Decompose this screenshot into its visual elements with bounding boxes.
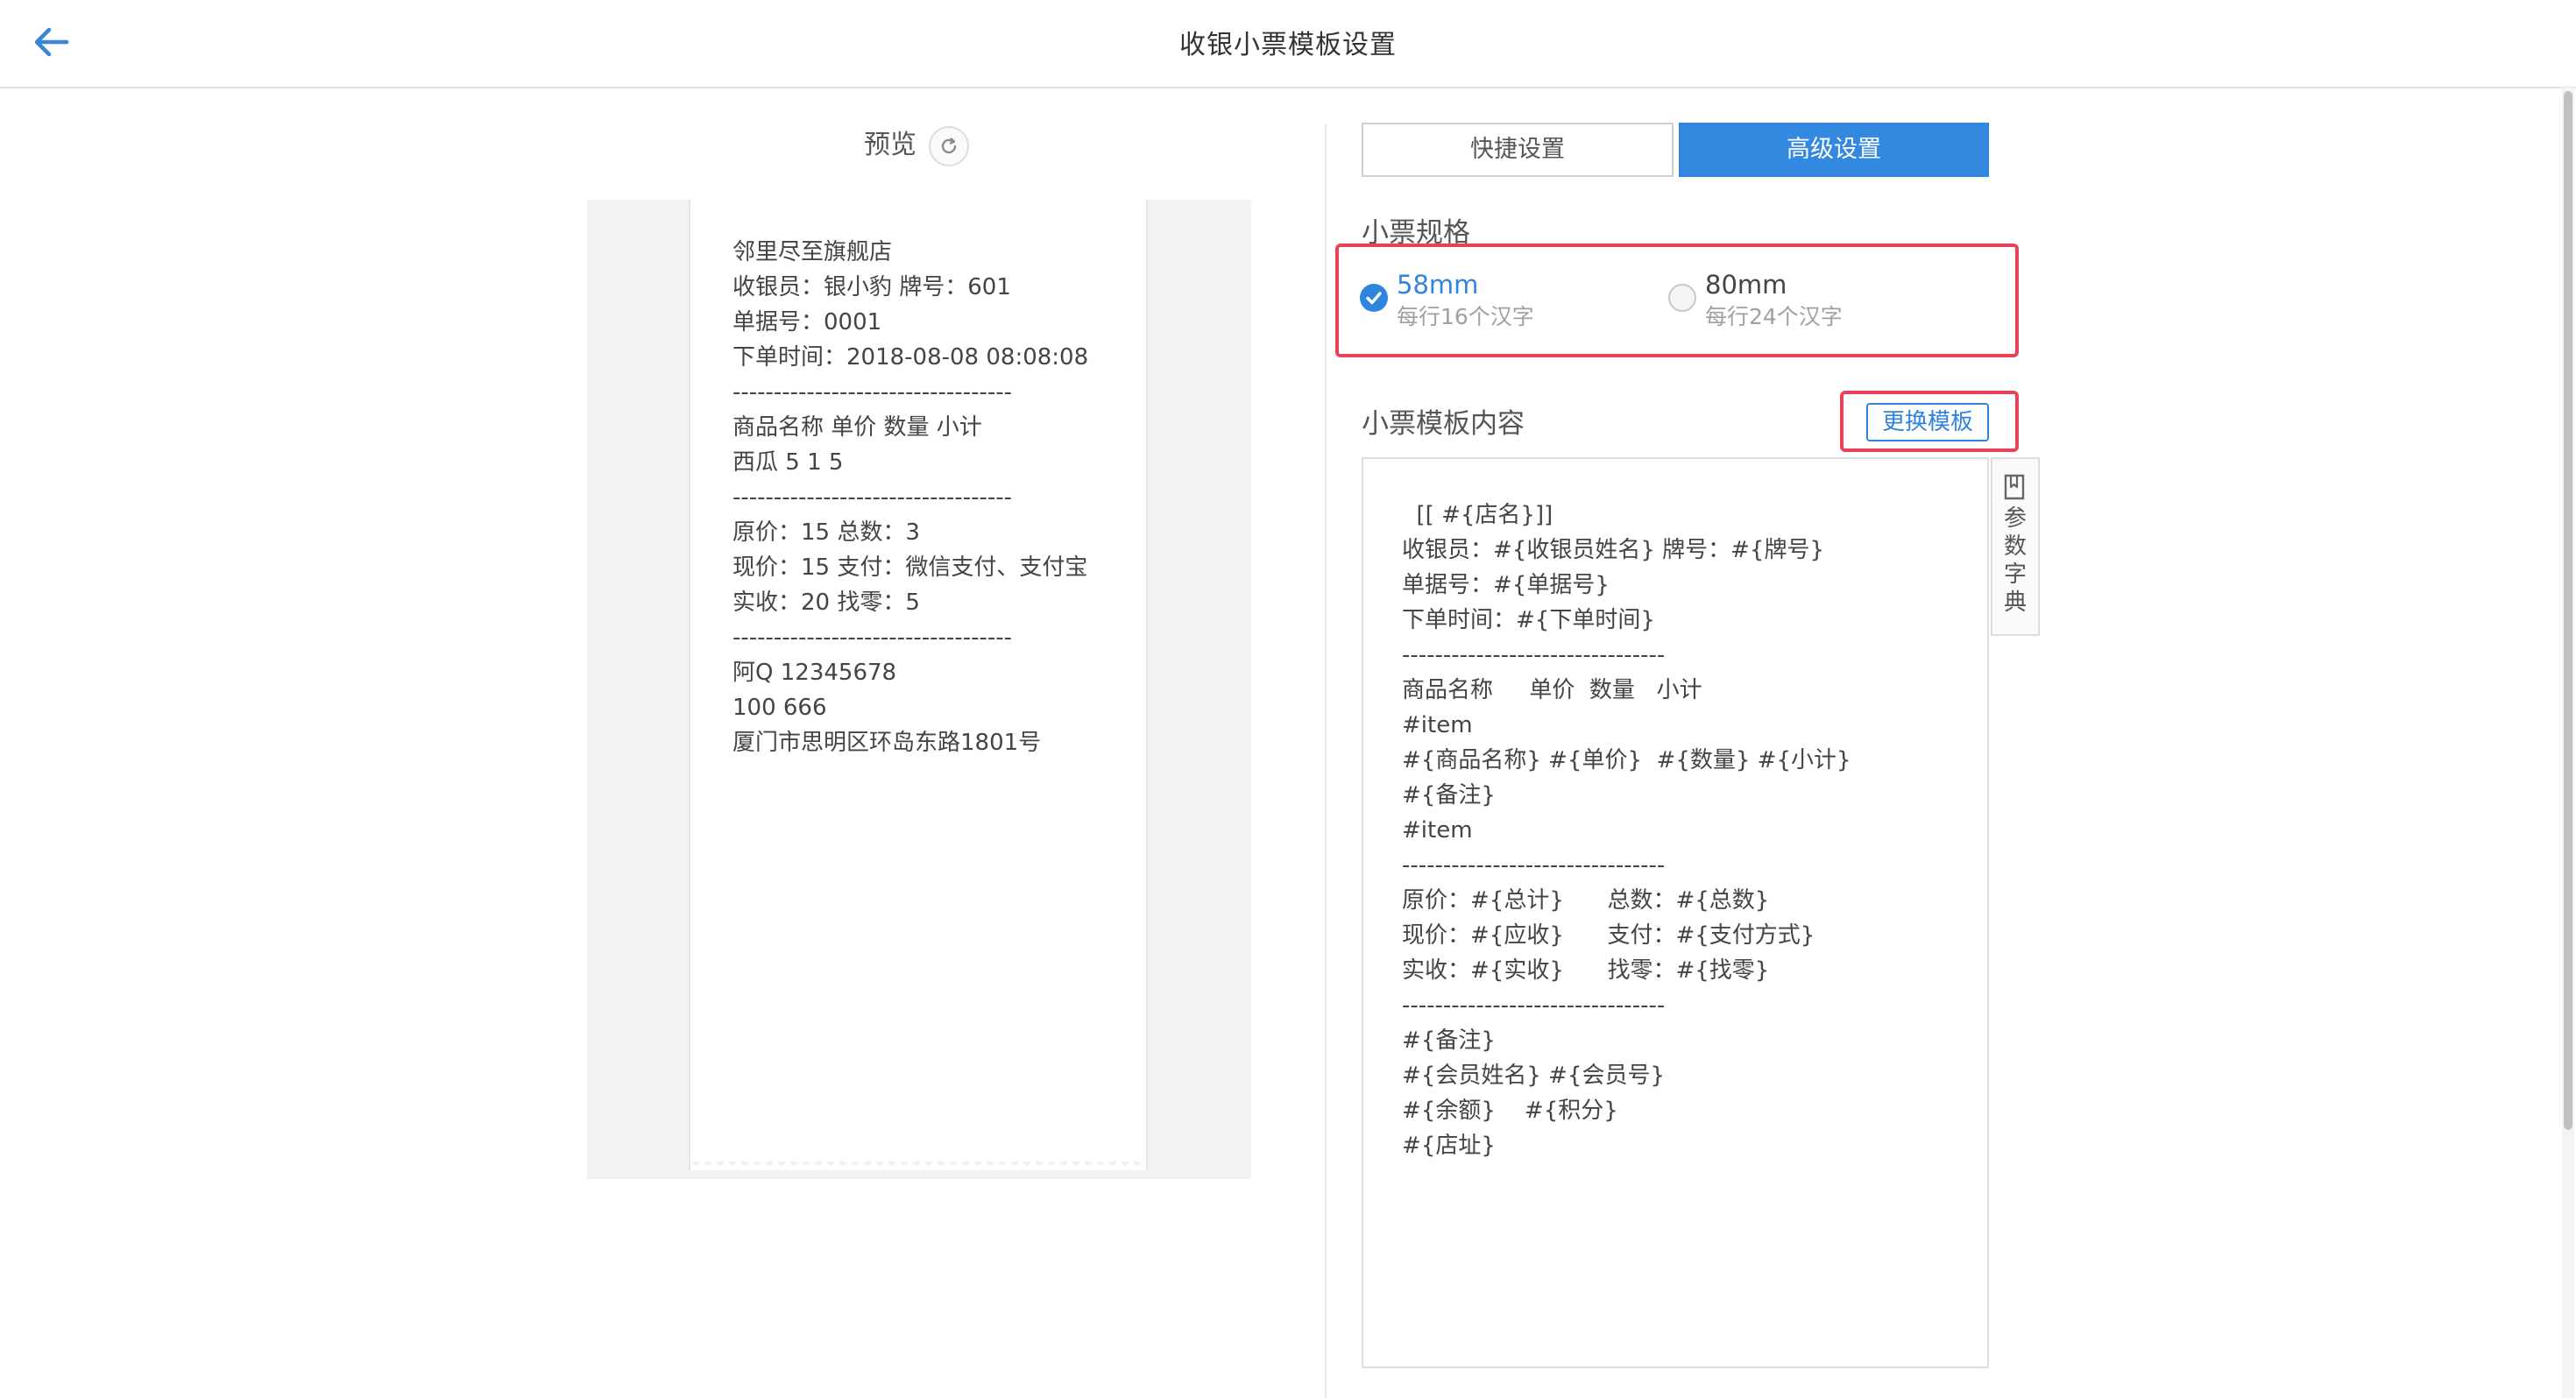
radio-unchecked-icon xyxy=(1668,284,1696,312)
receipt-line: 下单时间：2018-08-08 08:08:08 xyxy=(732,344,1089,371)
receipt-line: 厦门市思明区环岛东路1801号 xyxy=(732,730,1042,756)
template-line: #{商品名称} #{单价} #{数量} #{小计} xyxy=(1402,747,1851,773)
change-template-highlight-box: 更换模板 xyxy=(1840,391,2019,452)
receipt-line: 实收：20 找零：5 xyxy=(732,590,920,616)
template-line: #{会员姓名} #{会员号} xyxy=(1402,1063,1666,1089)
tab-quick-settings[interactable]: 快捷设置 xyxy=(1362,123,1674,177)
book-icon xyxy=(2004,474,2025,500)
template-line: 收银员：#{收银员姓名} 牌号：#{牌号} xyxy=(1402,537,1825,563)
parameter-dictionary-tab[interactable]: 参数字典 xyxy=(1991,457,2040,636)
receipt-content: 邻里尽至旗舰店收银员：银小豹 牌号：601 单据号：0001 下单时间：2018-0… xyxy=(732,235,1123,760)
dictionary-label: 参数字典 xyxy=(1992,505,2038,617)
template-line: #{备注} xyxy=(1402,782,1496,808)
receipt-line: ---------------------------------- xyxy=(732,484,1012,511)
dictionary-label-char: 参 xyxy=(2003,505,2027,532)
radio-checked-icon xyxy=(1360,284,1388,312)
change-template-button[interactable]: 更换模板 xyxy=(1866,403,1989,441)
template-line: #item xyxy=(1402,712,1473,738)
spec-option-name: 58mm xyxy=(1397,270,1479,300)
receipt-preview-area: 邻里尽至旗舰店收银员：银小豹 牌号：601 单据号：0001 下单时间：2018-0… xyxy=(587,200,1251,1179)
receipt-paper: 邻里尽至旗舰店收银员：银小豹 牌号：601 单据号：0001 下单时间：2018-0… xyxy=(689,200,1148,1172)
template-line: -------------------------------- xyxy=(1402,852,1666,879)
template-line: #{店址} xyxy=(1402,1133,1496,1159)
refresh-icon xyxy=(941,138,957,154)
receipt-line: 阿Q 12345678 xyxy=(732,660,897,686)
refresh-button[interactable] xyxy=(929,126,969,166)
template-line: #{余额} #{积分} xyxy=(1402,1098,1618,1124)
receipt-line: ---------------------------------- xyxy=(732,625,1012,651)
template-line: #{备注} xyxy=(1402,1027,1496,1054)
spec-option-desc: 每行24个汉字 xyxy=(1705,304,1843,329)
receipt-line: 原价：15 总数：3 xyxy=(732,519,920,546)
template-line: 实收：#{实收} 找零：#{找零} xyxy=(1402,957,1770,984)
template-content[interactable]: [[ #{店名}]] 收银员：#{收银员姓名} 牌号：#{牌号} 单据号：#{单据号… xyxy=(1402,498,1963,1163)
spec-option-desc: 每行16个汉字 xyxy=(1397,304,1534,329)
preview-label: 预览 xyxy=(864,130,916,160)
scrollbar-thumb[interactable] xyxy=(2564,91,2572,1130)
template-line: 单据号：#{单据号} xyxy=(1402,572,1610,598)
template-line: -------------------------------- xyxy=(1402,992,1666,1019)
receipt-line: 西瓜 5 1 5 xyxy=(732,449,844,476)
spec-option-58mm[interactable]: 58mm 每行16个汉字 xyxy=(1360,270,1623,331)
receipt-line: 邻里尽至旗舰店 xyxy=(732,239,893,265)
template-line: 原价：#{总计} 总数：#{总数} xyxy=(1402,887,1770,914)
template-line: 现价：#{应收} 支付：#{支付方式} xyxy=(1402,922,1815,949)
receipt-line: 100 666 xyxy=(732,695,827,721)
receipt-line: 商品名称 单价 数量 小计 xyxy=(732,414,982,441)
receipt-line: 单据号：0001 xyxy=(732,309,882,335)
column-divider xyxy=(1325,124,1327,1398)
template-label: 小票模板内容 xyxy=(1362,408,1525,440)
dictionary-label-char: 字 xyxy=(2003,561,2027,588)
page-title: 收银小票模板设置 xyxy=(1179,30,1397,60)
template-editor[interactable]: [[ #{店名}]] 收银员：#{收银员姓名} 牌号：#{牌号} 单据号：#{单据号… xyxy=(1362,457,1989,1368)
template-line: [[ #{店名}]] xyxy=(1402,502,1553,528)
receipt-line: 收银员：银小豹 牌号：601 xyxy=(732,274,1011,300)
receipt-line: ---------------------------------- xyxy=(732,379,1012,406)
template-line: #item xyxy=(1402,817,1473,844)
dictionary-label-char: 数 xyxy=(2003,533,2027,560)
template-line: 商品名称 单价 数量 小计 xyxy=(1402,677,1702,703)
spec-option-80mm[interactable]: 80mm 每行24个汉字 xyxy=(1668,270,1931,331)
spec-highlight-box: 58mm 每行16个汉字 80mm 每行24个汉字 xyxy=(1335,244,2019,357)
template-line: 下单时间：#{下单时间} xyxy=(1402,607,1655,633)
template-line: -------------------------------- xyxy=(1402,642,1666,668)
dictionary-label-char: 典 xyxy=(2003,590,2027,616)
top-bar: 收银小票模板设置 xyxy=(0,0,2576,88)
receipt-line: 现价：15 支付：微信支付、支付宝 xyxy=(732,554,1088,581)
receipt-torn-edge xyxy=(690,1161,1146,1172)
tab-advanced-settings[interactable]: 高级设置 xyxy=(1679,123,1989,177)
spec-option-name: 80mm xyxy=(1705,270,1787,300)
